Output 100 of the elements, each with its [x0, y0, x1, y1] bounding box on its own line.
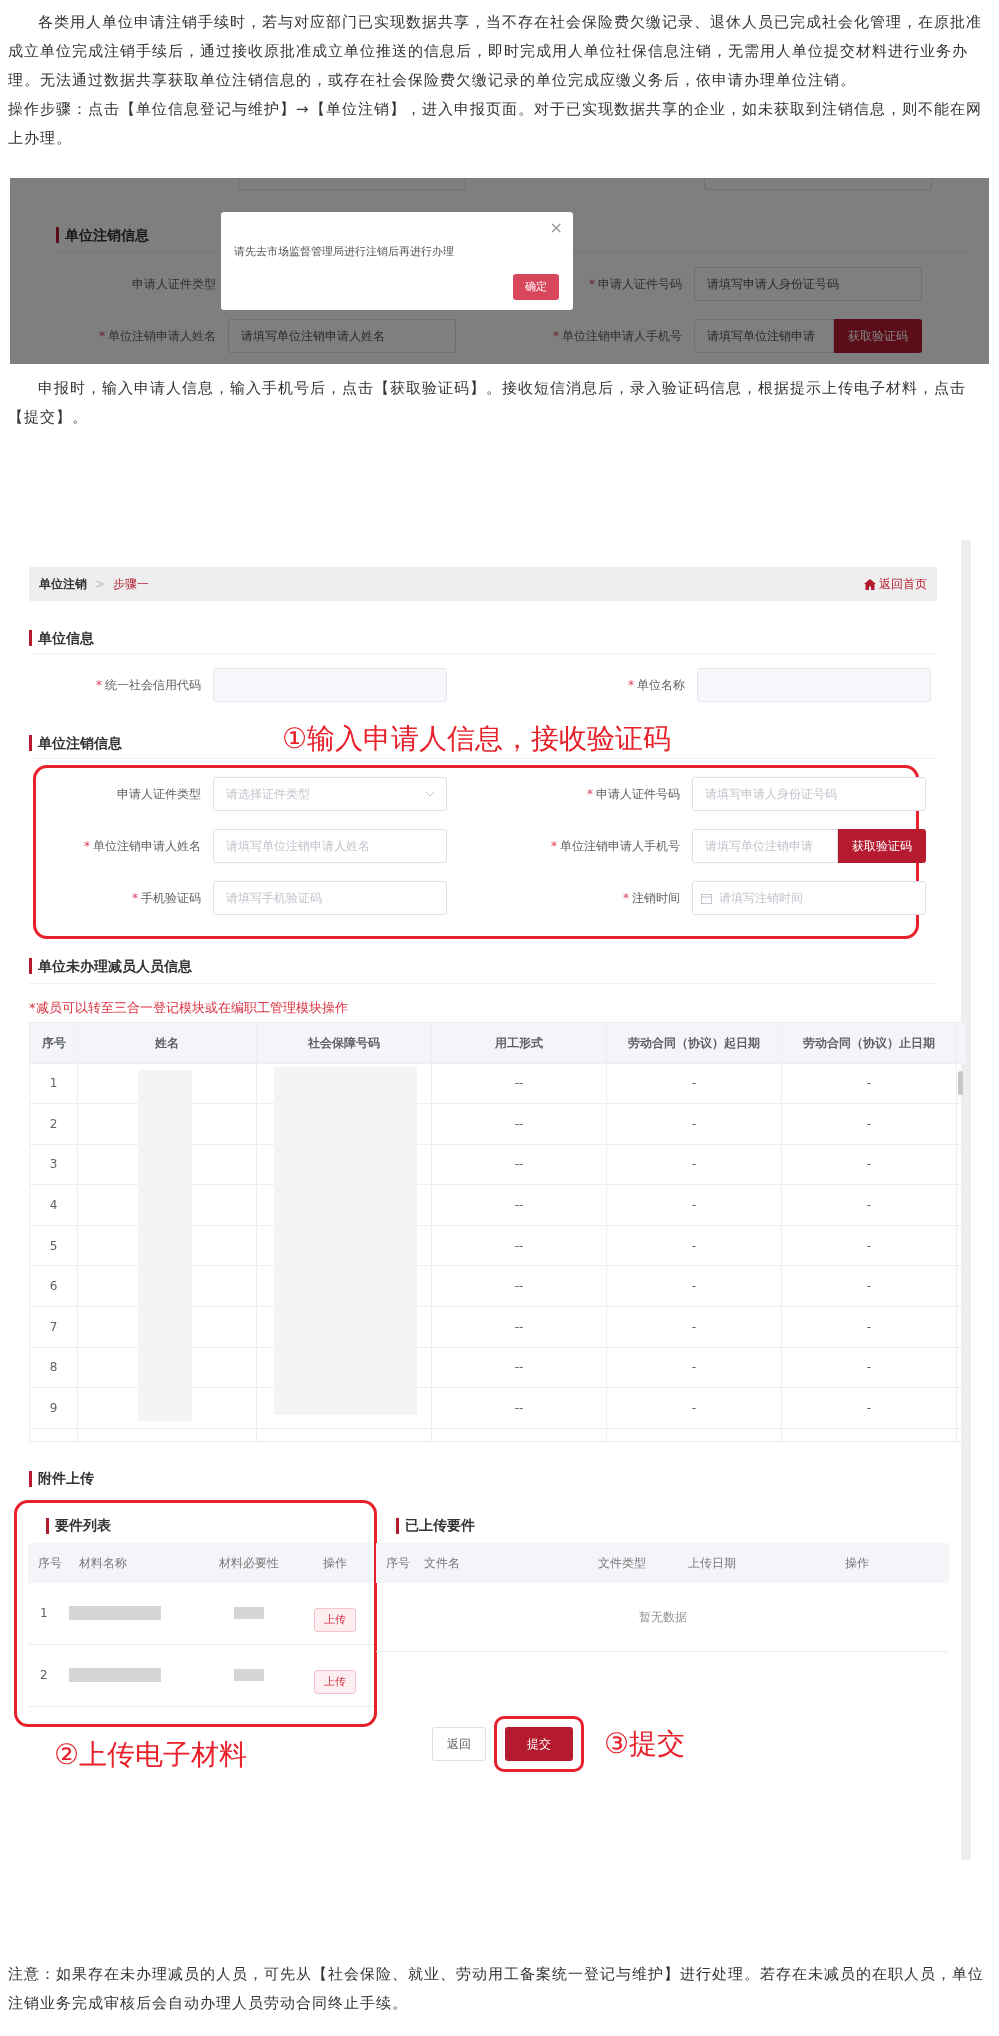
column-header: 操作 [843, 1554, 870, 1572]
field-label: 单位注销申请人姓名 [93, 838, 201, 855]
table-cell: -- [432, 1185, 607, 1225]
input-field[interactable]: 请填写手机验证码 [213, 881, 447, 915]
section-marker [46, 1517, 49, 1534]
section-marker [396, 1517, 399, 1534]
field-label: 统一社会信用代码 [105, 677, 201, 694]
field-label: 单位名称 [637, 677, 685, 694]
input-field[interactable]: 请填写申请人身份证号码 [694, 267, 922, 301]
section-marker [29, 1470, 32, 1487]
table-cell: -- [432, 1063, 607, 1104]
confirm-button[interactable]: 确定 [513, 274, 559, 300]
required-mark: * [551, 838, 557, 855]
field-label: 单位注销申请人手机号 [560, 838, 680, 855]
home-icon [864, 578, 876, 590]
column-header: 序号 [385, 1554, 411, 1572]
field-label: 申请人证件类型 [132, 276, 216, 293]
section-title: 单位信息 [38, 628, 94, 648]
column-header: 上传日期 [686, 1554, 737, 1572]
table-cell: -- [432, 1266, 607, 1307]
paragraph: 申报时，输入申请人信息，输入手机号后，点击【获取验证码】。接收短信消息后，录入验证码信息，根据提示上传电子材料，点击【提交】。 [7, 378, 967, 428]
field-label: 单位注销申请人手机号 [562, 328, 682, 345]
back-button[interactable]: 返回 [432, 1726, 486, 1761]
field-label: 申请人证件号码 [598, 276, 682, 293]
table-cell: - [607, 1185, 782, 1225]
select-field[interactable]: 请选择证件类型 [213, 777, 447, 811]
table-cell: - [607, 1388, 782, 1428]
column-header: 序号 [37, 1554, 63, 1572]
hint-text: *减员可以转至三合一登记模块或在编职工管理模块操作 [29, 999, 349, 1017]
upload-button[interactable]: 上传 [314, 1608, 356, 1632]
table-cell: 序号 [30, 1022, 78, 1063]
get-code-button[interactable]: 获取验证码 [834, 319, 922, 353]
table-cell: - [607, 1063, 782, 1104]
input-field[interactable] [704, 178, 932, 190]
required-mark: * [587, 786, 593, 803]
annotation-text: ①输入申请人信息，接收验证码 [282, 724, 672, 754]
required-mark: * [96, 677, 102, 694]
input-field[interactable] [238, 178, 466, 190]
submit-button[interactable]: 提交 [505, 1726, 573, 1761]
annotation-text: ③提交 [604, 1725, 686, 1762]
breadcrumb-item[interactable]: 单位注销 [39, 575, 87, 593]
home-link[interactable]: 返回首页 [864, 575, 927, 593]
field-label: 单位注销申请人姓名 [108, 328, 216, 345]
table-cell: - [782, 1388, 957, 1428]
breadcrumb-item[interactable]: 步骤一 [113, 575, 150, 593]
input-field[interactable]: 请填写单位注销申请 [694, 319, 834, 353]
table-cell: 劳动合同（协议）起日期 [607, 1022, 782, 1063]
table-cell: 5 [30, 1225, 78, 1266]
section-title: 单位未办理减员人员信息 [38, 956, 192, 976]
field-label: 申请人证件号码 [596, 786, 680, 803]
table-cell: 姓名 [78, 1022, 257, 1063]
table-cell: - [782, 1185, 957, 1225]
table-cell: - [607, 1144, 782, 1185]
section-title: 单位注销信息 [65, 225, 149, 245]
required-mark: * [589, 276, 595, 293]
required-mark: * [628, 677, 634, 694]
section-marker [29, 630, 32, 646]
column-header: 材料必要性 [218, 1554, 280, 1572]
section-marker [29, 958, 32, 974]
input-field[interactable]: 请填写单位注销申请人姓名 [213, 829, 447, 863]
table-cell: - [607, 1347, 782, 1388]
table-cell: 3 [30, 1144, 78, 1185]
get-code-button[interactable]: 获取验证码 [838, 829, 926, 863]
paragraph: 各类用人单位申请注销手续时，若与对应部门已实现数据共享，当不存在社会保险费欠缴记录、退休人员已完成社会化管理，在原批准成立单位完成注销手续后，通过接收原批准成立单位推送的信息后，即时完成用人单位社保信息注销，无需用人单位提交材料进行业务办理。无法通过数据共享获取单位注销信息的，或存在社会保险费欠缴记录的单位完成应缴义务后，依申请办理单位注销。 [8, 12, 983, 91]
input-field[interactable] [213, 668, 447, 702]
empty-text: 暂无数据 [638, 1608, 687, 1626]
table-cell: - [607, 1266, 782, 1307]
table-cell: 8 [30, 1347, 78, 1388]
table-cell: - [607, 1104, 782, 1144]
input-field[interactable]: 请填写单位注销申请人姓名 [228, 319, 456, 353]
scrollbar-thumb[interactable] [958, 1070, 963, 1095]
table-cell: -- [432, 1144, 607, 1185]
breadcrumb-separator: > [95, 576, 106, 593]
table-cell: 社会保障号码 [257, 1022, 432, 1063]
table-cell: 9 [30, 1388, 78, 1428]
section-title: 要件列表 [55, 1516, 111, 1535]
table-cell-text: 1 [39, 1605, 49, 1622]
table-cell: 1 [30, 1063, 78, 1104]
input-field[interactable]: 请填写申请人身份证号码 [692, 777, 926, 811]
table-cell: - [607, 1307, 782, 1347]
section-title: 单位注销信息 [38, 733, 122, 753]
column-header: 文件名 [423, 1554, 461, 1572]
input-field[interactable] [697, 668, 931, 702]
dialog-message: 请先去市场监督管理局进行注销后再进行办理 [234, 244, 454, 260]
field-label: 注销时间 [632, 890, 680, 907]
required-mark: * [623, 890, 629, 907]
redaction-block [234, 1607, 264, 1619]
table-cell: -- [432, 1347, 607, 1388]
field-label: 手机验证码 [141, 890, 201, 907]
section-marker [56, 227, 59, 243]
table-cell: - [607, 1225, 782, 1266]
table-cell: - [782, 1225, 957, 1266]
required-mark: * [99, 328, 105, 345]
upload-button[interactable]: 上传 [314, 1670, 356, 1694]
column-header: 操作 [322, 1554, 348, 1572]
input-field[interactable]: 请填写单位注销申请 [692, 829, 838, 863]
date-field[interactable]: 请填写注销时间 [692, 881, 926, 915]
redaction-block [234, 1669, 264, 1681]
table-cell-text: 2 [39, 1667, 49, 1684]
section-title: 附件上传 [38, 1469, 94, 1488]
